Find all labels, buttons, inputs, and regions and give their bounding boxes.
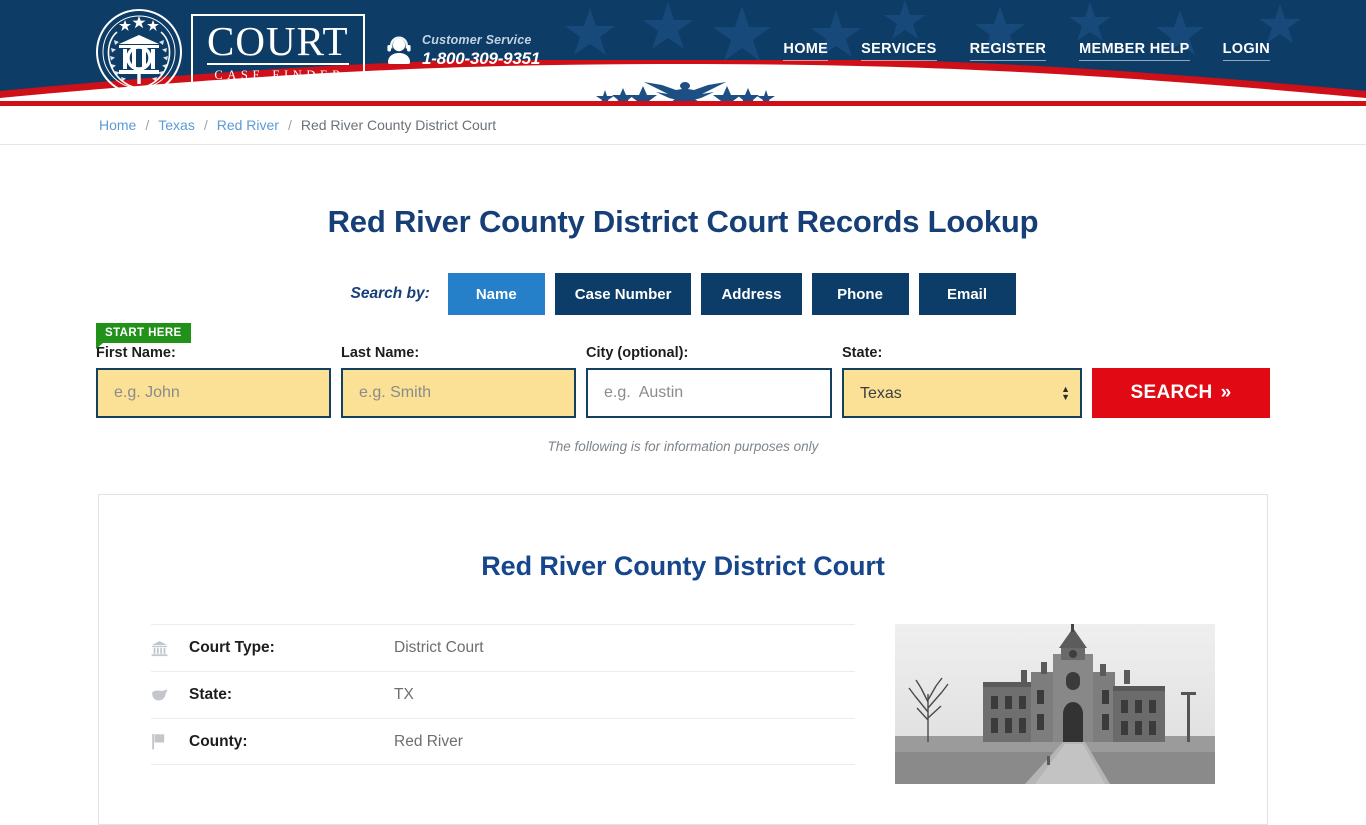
search-button[interactable]: SEARCH » [1092,368,1270,418]
county-label: County: [189,733,394,751]
headset-support-icon [385,36,413,66]
breadcrumb-bar: Home / Texas / Red River / Red River Cou… [0,106,1366,145]
logo-primary-text: COURT [207,22,349,65]
state-field-group: State: Texas ▲▼ [842,345,1082,418]
logo-secondary-text: CASE FINDER [207,65,349,83]
city-label: City (optional): [586,345,832,361]
flag-icon [151,733,189,750]
county-value: Red River [394,733,463,751]
tab-address[interactable]: Address [701,273,801,315]
court-type-value: District Court [394,639,484,657]
court-name-title: Red River County District Court [151,531,1215,582]
breadcrumb-item-home[interactable]: Home [99,117,136,133]
last-name-input[interactable] [341,368,576,418]
last-name-field-group: Last Name: [341,345,576,418]
table-row: County: Red River [151,718,855,765]
court-details-list: Court Type: District Court State: TX [151,624,855,784]
nav-item-register[interactable]: REGISTER [970,41,1047,61]
search-button-label: SEARCH [1131,382,1213,404]
table-row: State: TX [151,671,855,718]
logo-wordmark: COURT CASE FINDER [191,14,365,90]
tab-case-number[interactable]: Case Number [555,273,692,315]
search-by-tabs: Search by: Name Case Number Address Phon… [0,273,1366,315]
last-name-label: Last Name: [341,345,576,361]
table-row: Court Type: District Court [151,624,855,671]
customer-service-block[interactable]: Customer Service 1-800-309-9351 [385,33,540,69]
header-red-bar [0,101,1366,106]
first-name-field-group: First Name: [96,345,331,418]
state-row-label: State: [189,686,394,704]
state-row-value: TX [394,686,414,704]
first-name-label: First Name: [96,345,331,361]
court-type-label: Court Type: [189,639,394,657]
nav-item-login[interactable]: LOGIN [1223,41,1270,61]
search-by-label: Search by: [351,285,430,303]
breadcrumb-separator: / [145,117,149,133]
first-name-input[interactable] [96,368,331,418]
state-label: State: [842,345,1082,361]
double-chevron-right-icon: » [1221,382,1232,404]
court-details-card: Red River County District Court Court Ty… [98,494,1268,825]
nav-item-member-help[interactable]: MEMBER HELP [1079,41,1189,61]
tab-phone[interactable]: Phone [812,273,909,315]
courthouse-photo [895,624,1215,784]
bank-building-icon [151,640,189,657]
breadcrumb: Home / Texas / Red River / Red River Cou… [99,117,496,133]
start-here-badge: START HERE [96,323,191,343]
nav-item-services[interactable]: SERVICES [861,41,936,61]
nav-item-home[interactable]: HOME [783,41,828,61]
breadcrumb-item-texas[interactable]: Texas [158,117,195,133]
us-map-icon [151,688,189,702]
customer-service-phone[interactable]: 1-800-309-9351 [422,49,540,69]
city-field-group: City (optional): [586,345,832,418]
disclaimer-text: The following is for information purpose… [0,439,1366,454]
customer-service-label: Customer Service [422,33,540,49]
main-navigation: HOME SERVICES REGISTER MEMBER HELP LOGIN [783,41,1270,61]
city-input[interactable] [586,368,832,418]
tab-email[interactable]: Email [919,273,1016,315]
tab-name[interactable]: Name [448,273,545,315]
search-form: START HERE First Name: Last Name: City (… [96,323,1270,418]
site-logo[interactable]: COURT CASE FINDER [95,8,365,96]
page-title: Red River County District Court Records … [0,145,1366,240]
breadcrumb-separator: / [288,117,292,133]
site-header: COURT CASE FINDER Customer Service 1-800… [0,0,1366,106]
state-select[interactable]: Texas [842,368,1082,418]
breadcrumb-item-red-river[interactable]: Red River [217,117,279,133]
breadcrumb-separator: / [204,117,208,133]
breadcrumb-item-current: Red River County District Court [301,117,496,133]
courthouse-photo-wrapper [895,624,1215,784]
court-seal-icon [95,8,183,96]
